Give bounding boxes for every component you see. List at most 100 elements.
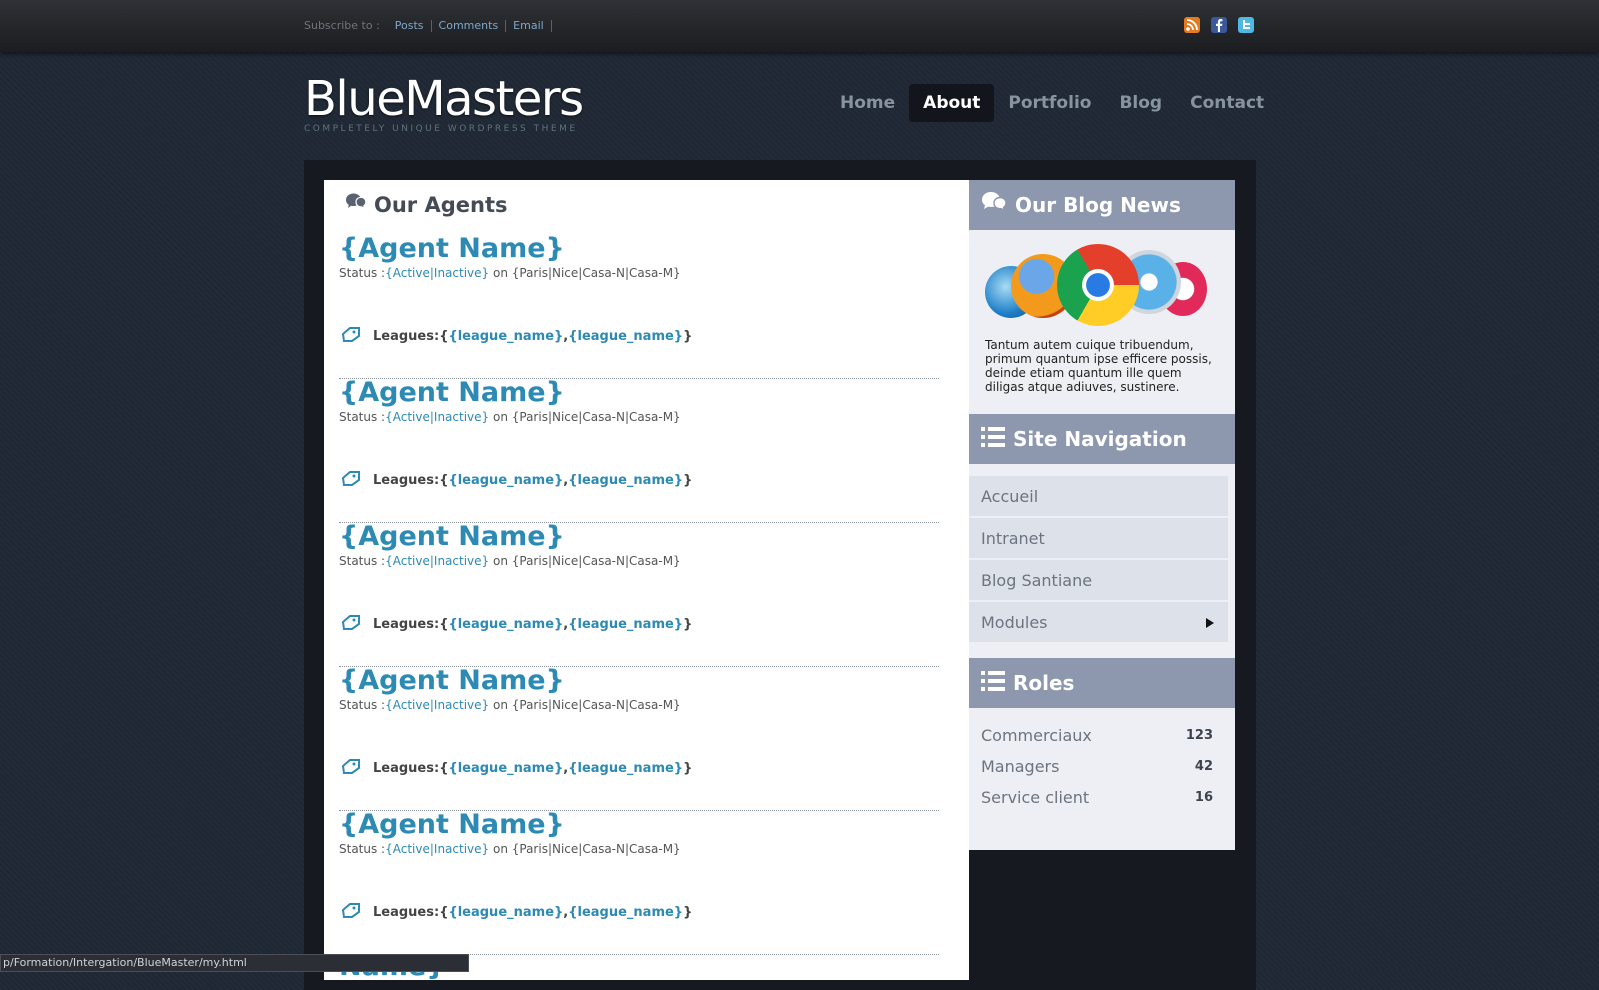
site-nav-list: Accueil Intranet Blog Santiane Modules [969, 464, 1235, 658]
league-link[interactable]: {league_name} [448, 329, 563, 344]
status-on: on [489, 410, 512, 424]
subscribe-comments-link[interactable]: Comments [432, 19, 507, 32]
league-link[interactable]: {league_name} [568, 473, 683, 488]
leagues-open: { [439, 328, 449, 344]
league-link[interactable]: {league_name} [568, 617, 683, 632]
status-on: on [489, 842, 512, 856]
leagues-close: } [683, 472, 693, 488]
tag-icon [341, 902, 361, 922]
logo-name: BlueMasters [304, 71, 584, 127]
agent-location: {Paris|Nice|Casa-N|Casa-M} [511, 842, 681, 856]
submenu-arrow-icon [1206, 613, 1214, 632]
leagues-open: { [439, 472, 449, 488]
agent-leagues: Leagues: {{league_name}, {league_name}} [341, 470, 692, 490]
role-count: 123 [1185, 728, 1213, 743]
league-link[interactable]: {league_name} [448, 761, 563, 776]
nav-contact[interactable]: Contact [1176, 84, 1278, 122]
site-nav-item-modules[interactable]: Modules [969, 602, 1228, 642]
facebook-icon[interactable] [1211, 17, 1227, 33]
twitter-icon[interactable] [1238, 17, 1254, 33]
blog-news-header: Our Blog News [969, 180, 1235, 230]
nav-blog[interactable]: Blog [1105, 84, 1176, 122]
agent-card: {Agent Name} Status :{Active|Inactive} o… [339, 810, 939, 955]
agent-card: {Agent Name} Status :{Active|Inactive} o… [339, 666, 939, 811]
status-label: Status : [339, 554, 386, 568]
leagues-close: } [683, 760, 693, 776]
leagues-open: { [439, 760, 449, 776]
top-bar: Subscribe to : Posts Comments Email [0, 0, 1599, 52]
status-label: Status : [339, 842, 386, 856]
league-link[interactable]: {league_name} [448, 473, 563, 488]
site-nav-item-intranet[interactable]: Intranet [969, 518, 1228, 558]
site-nav-item-label: Accueil [981, 486, 1039, 506]
status-on: on [489, 698, 512, 712]
site-nav-item-blog-santiane[interactable]: Blog Santiane [969, 560, 1228, 600]
chat-bubbles-icon [344, 192, 367, 217]
leagues-label: Leagues: [373, 328, 440, 344]
roles-list: Commerciaux 123 Managers 42 Service client… [969, 708, 1235, 843]
league-link[interactable]: {league_name} [568, 329, 683, 344]
leagues-close: } [683, 904, 693, 920]
list-icon [981, 670, 1005, 697]
status-value[interactable]: {Active|Inactive} [385, 842, 489, 856]
league-link[interactable]: {league_name} [448, 617, 563, 632]
browser-logos-image [985, 244, 1215, 332]
status-label: Status : [339, 698, 386, 712]
subscribe-email-link[interactable]: Email [506, 19, 552, 32]
site-logo[interactable]: BlueMasters COMPLETELY UNIQUE WORDPRESS … [304, 71, 584, 134]
leagues-open: { [439, 616, 449, 632]
tag-icon [341, 758, 361, 778]
status-label: Status : [339, 410, 386, 424]
agent-card: {Agent Name} Status :{Active|Inactive} o… [339, 522, 939, 667]
role-label: Managers [981, 757, 1060, 776]
role-item[interactable]: Service client 16 [981, 782, 1213, 813]
agent-status: Status :{Active|Inactive} on {Paris|Nice… [339, 698, 939, 712]
site-nav-title: Site Navigation [1013, 427, 1187, 451]
agent-location: {Paris|Nice|Casa-N|Casa-M} [511, 410, 681, 424]
subscribe-posts-link[interactable]: Posts [388, 19, 432, 32]
nav-portfolio[interactable]: Portfolio [994, 84, 1105, 122]
list-icon [981, 426, 1005, 453]
rss-icon[interactable] [1184, 17, 1200, 33]
blog-news-widget: Tantum autem cuique tribuendum, primum q… [969, 230, 1235, 414]
agent-location: {Paris|Nice|Casa-N|Casa-M} [511, 554, 681, 568]
agent-leagues: Leagues: {{league_name}, {league_name}} [341, 758, 692, 778]
status-value[interactable]: {Active|Inactive} [385, 698, 489, 712]
role-count: 16 [1194, 790, 1213, 805]
league-link[interactable]: {league_name} [568, 761, 683, 776]
agent-name-link[interactable]: {Agent Name} [339, 810, 939, 840]
agent-leagues: Leagues: {{league_name}, {league_name}} [341, 326, 692, 346]
agent-name-link[interactable]: {Agent Name} [339, 234, 939, 264]
role-item[interactable]: Commerciaux 123 [981, 720, 1213, 751]
subscribe-label: Subscribe to : [304, 19, 380, 32]
page-title: Our Agents [344, 192, 508, 217]
browser-status-bar: p/Formation/Intergation/BlueMaster/my.ht… [0, 954, 469, 972]
subscribe-bar: Subscribe to : Posts Comments Email [304, 19, 552, 32]
agent-location: {Paris|Nice|Casa-N|Casa-M} [511, 698, 681, 712]
nav-about[interactable]: About [909, 84, 995, 122]
agent-name-link[interactable]: {Agent Name} [339, 378, 939, 408]
tag-icon [341, 326, 361, 346]
agent-status: Status :{Active|Inactive} on {Paris|Nice… [339, 842, 939, 856]
league-link[interactable]: {league_name} [568, 905, 683, 920]
leagues-open: { [439, 904, 449, 920]
agent-name-link[interactable]: {Agent Name} [339, 522, 939, 552]
agent-name-link[interactable]: {Agent Name} [339, 666, 939, 696]
logo-tagline: COMPLETELY UNIQUE WORDPRESS THEME [304, 124, 578, 134]
leagues-label: Leagues: [373, 760, 440, 776]
agent-card: {Agent Name} Status :{Active|Inactive} o… [339, 378, 939, 523]
leagues-label: Leagues: [373, 616, 440, 632]
status-value[interactable]: {Active|Inactive} [385, 410, 489, 424]
status-value[interactable]: {Active|Inactive} [385, 266, 489, 280]
site-nav-item-accueil[interactable]: Accueil [969, 476, 1228, 516]
league-link[interactable]: {league_name} [448, 905, 563, 920]
roles-title: Roles [1013, 671, 1075, 695]
agent-leagues: Leagues: {{league_name}, {league_name}} [341, 614, 692, 634]
roles-header: Roles [969, 658, 1235, 708]
nav-home[interactable]: Home [826, 84, 909, 122]
blog-news-title: Our Blog News [1015, 193, 1181, 217]
role-item[interactable]: Managers 42 [981, 751, 1213, 782]
tag-icon [341, 470, 361, 490]
status-value[interactable]: {Active|Inactive} [385, 554, 489, 568]
role-count: 42 [1194, 759, 1213, 774]
